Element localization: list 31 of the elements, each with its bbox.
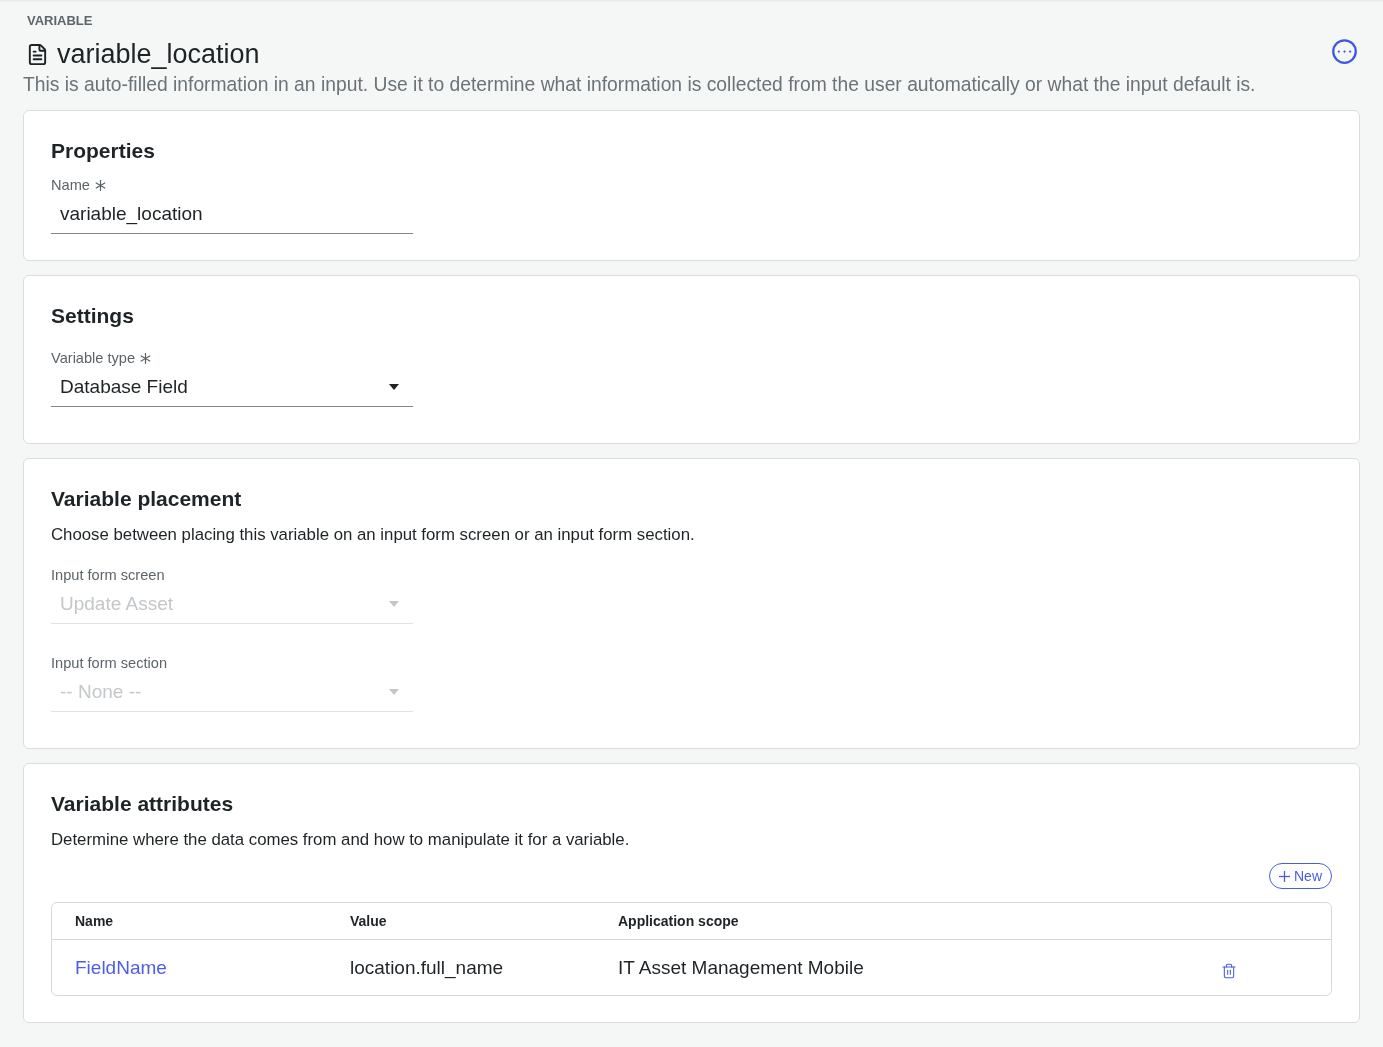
column-header: Name [74,913,114,929]
caret-icon [389,689,399,695]
column-header: Application scope [617,913,739,929]
select-field[interactable]: Database Field [51,368,413,407]
section-title: Settings [51,303,135,329]
section-title: Variable placement [51,486,243,512]
section-description: Determine where the data comes from and how to manipulate it for a variable. [51,829,631,851]
section-description: Choose between placing this variable on an input form screen or an input form section. [51,524,696,546]
document-icon [26,42,49,66]
section-title: Properties [51,138,156,164]
field-label: Variable type [51,349,136,367]
table-cell-text: location.full_name [349,956,504,979]
new-button[interactable]: New [1269,863,1332,889]
more-button[interactable] [1331,37,1358,65]
plus-icon [1279,870,1290,882]
page-title: variable_location [57,38,261,70]
more-icon [1331,37,1358,65]
field-name-link[interactable]: FieldName [75,956,167,979]
caret-icon [389,601,399,607]
field-label: Name [51,176,90,194]
table-cell-text: IT Asset Management Mobile [617,956,864,979]
caret-icon [389,384,399,390]
input-field[interactable]: variable_location [51,195,413,234]
section-title: Variable attributes [51,791,235,817]
delete-button[interactable] [1221,962,1237,979]
page-eyebrow: VARIABLE [26,13,94,29]
page-description: This is auto-filled information in an input. Use it to determine what information is collected from the user automatically or what the input default is. [23,74,1257,96]
field-label: Input form screen [51,566,165,584]
field-label: Input form section [51,654,167,672]
column-header: Value [349,913,387,929]
trash-icon [1221,962,1237,979]
